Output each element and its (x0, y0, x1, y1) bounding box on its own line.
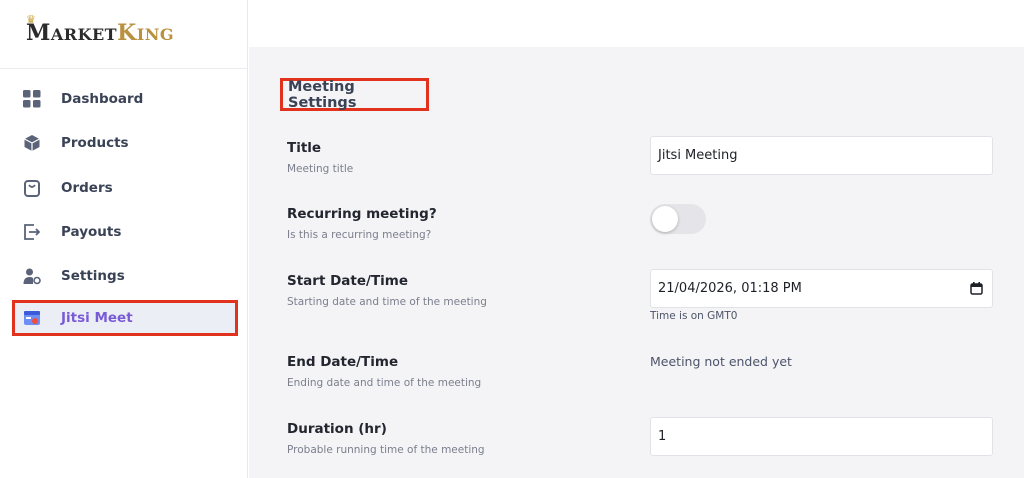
sidebar-item-label: Jitsi Meet (61, 310, 133, 326)
recurring-description: Is this a recurring meeting? (287, 229, 432, 241)
duration-label: Duration (hr) (287, 421, 387, 437)
payout-export-icon (22, 222, 42, 242)
start-datetime-value: 21/04/2026, 01:18 PM (658, 281, 802, 296)
shopping-bag-icon (22, 178, 42, 198)
toggle-knob (652, 206, 678, 232)
title-input-value: Jitsi Meeting (658, 148, 738, 163)
start-datetime-input[interactable]: 21/04/2026, 01:18 PM (650, 269, 993, 308)
logo-wordmark: MARKETKING (26, 20, 174, 46)
end-datetime-value: Meeting not ended yet (650, 354, 792, 369)
title-label: Title (287, 140, 322, 156)
timezone-note: Time is on GMT0 (650, 310, 738, 322)
start-datetime-description: Starting date and time of the meeting (287, 296, 487, 308)
dashboard-grid-icon (22, 89, 42, 109)
marketking-logo[interactable]: ♛ MARKETKING (26, 14, 186, 48)
sidebar-item-settings[interactable]: Settings (12, 258, 238, 294)
calendar-icon[interactable] (970, 282, 983, 295)
sidebar-item-label: Products (61, 135, 129, 151)
sidebar-item-dashboard[interactable]: Dashboard (12, 81, 238, 117)
sidebar-item-label: Dashboard (61, 91, 144, 107)
end-datetime-label: End Date/Time (287, 354, 399, 370)
sidebar-divider (0, 68, 248, 69)
title-description: Meeting title (287, 163, 354, 175)
sidebar-item-jitsi-meet[interactable]: Jitsi Meet (12, 300, 238, 336)
duration-input-value: 1 (658, 429, 667, 444)
sidebar-item-payouts[interactable]: Payouts (12, 214, 238, 250)
section-title: Meeting Settings (280, 78, 429, 111)
sidebar-item-products[interactable]: Products (12, 125, 238, 161)
recurring-toggle[interactable] (650, 204, 706, 234)
title-input[interactable]: Jitsi Meeting (650, 136, 993, 175)
sidebar: ♛ MARKETKING Dashboard Products Orders P… (0, 0, 248, 478)
jitsi-video-icon (22, 308, 42, 328)
sidebar-item-orders[interactable]: Orders (12, 170, 238, 206)
sidebar-item-label: Settings (61, 268, 125, 284)
sidebar-item-label: Orders (61, 180, 113, 196)
recurring-label: Recurring meeting? (287, 206, 437, 222)
end-datetime-description: Ending date and time of the meeting (287, 377, 482, 389)
duration-input[interactable]: 1 (650, 417, 993, 456)
user-settings-icon (22, 266, 42, 286)
duration-description: Probable running time of the meeting (287, 444, 485, 456)
sidebar-item-label: Payouts (61, 224, 122, 240)
meeting-settings-panel: Meeting Settings Title Meeting title Jit… (249, 47, 1024, 478)
start-datetime-label: Start Date/Time (287, 273, 409, 289)
box-icon (22, 133, 42, 153)
top-header-bar (249, 0, 1024, 47)
